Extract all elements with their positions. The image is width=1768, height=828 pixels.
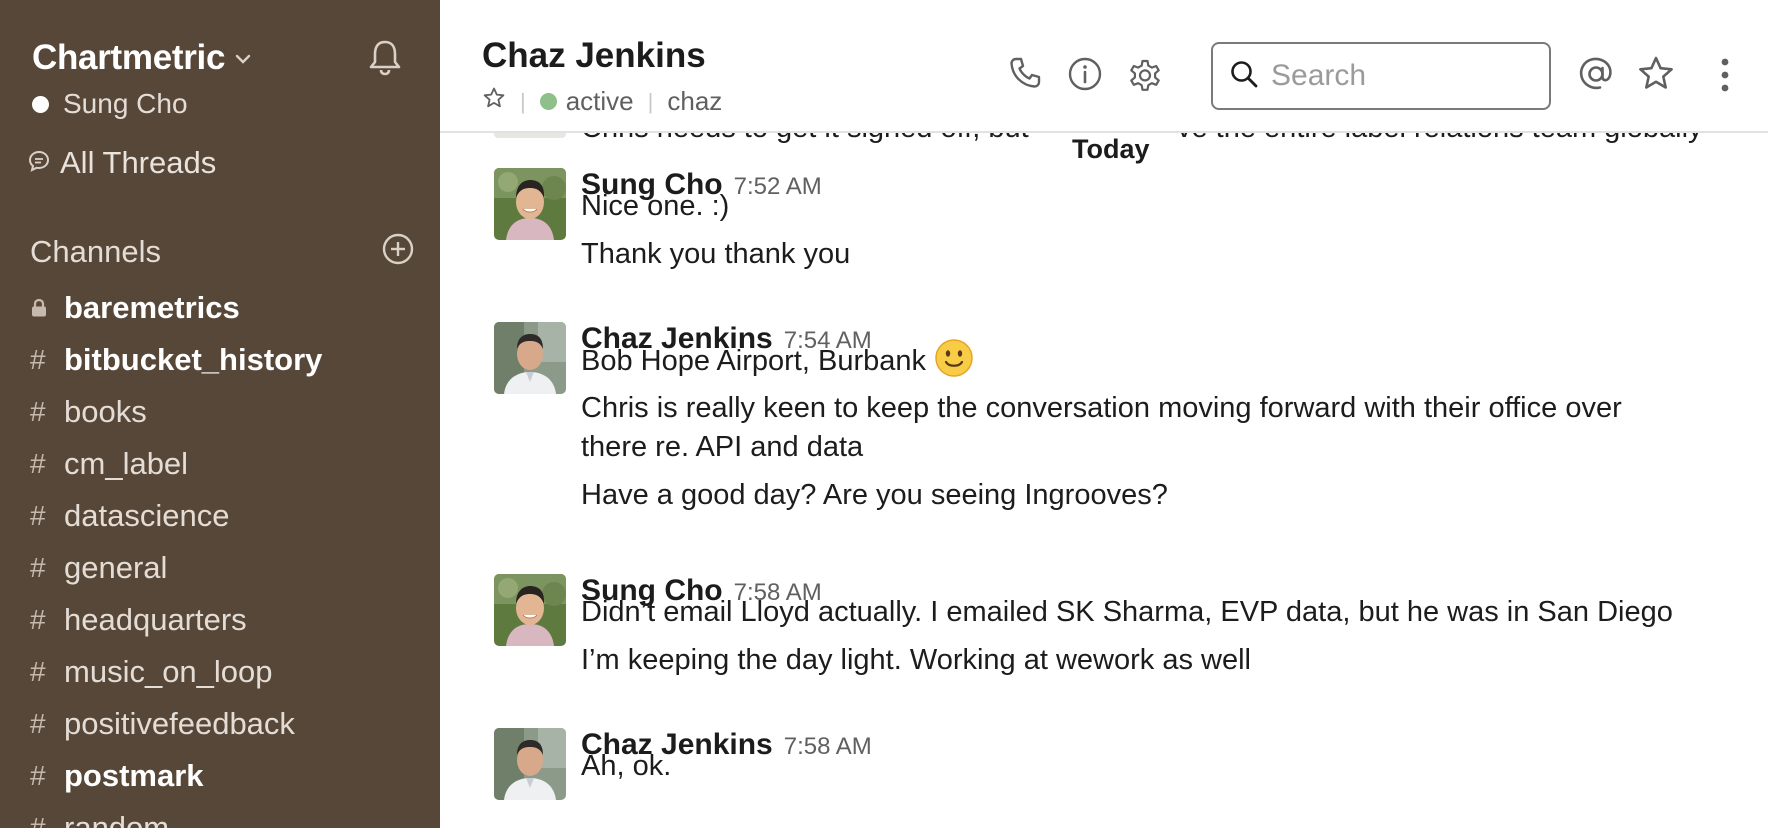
channel-name: random (64, 810, 170, 828)
sidebar-item-general[interactable]: # general (30, 542, 430, 594)
channels-header: Channels (30, 232, 415, 271)
hash-icon: # (30, 656, 46, 687)
search-box[interactable] (1211, 42, 1551, 110)
at-mention-icon[interactable] (1576, 54, 1616, 94)
message-text-content: Bob Hope Airport, Burbank (581, 345, 926, 377)
avatar[interactable] (494, 728, 566, 800)
add-channel-icon[interactable] (381, 232, 415, 271)
sidebar-item-all-threads[interactable]: All Threads (28, 145, 216, 181)
current-user-name: Sung Cho (63, 88, 188, 119)
channel-name: positivefeedback (64, 706, 295, 741)
sidebar-item-books[interactable]: # books (30, 386, 430, 438)
sidebar-item-music-on-loop[interactable]: # music_on_loop (30, 646, 430, 698)
hash-icon: # (30, 396, 46, 427)
search-icon (1229, 59, 1259, 94)
hash-icon: # (30, 552, 46, 583)
message-text: Chris is really keen to keep the convers… (581, 392, 1622, 424)
phone-icon[interactable] (1008, 56, 1042, 90)
lock-icon (30, 298, 64, 318)
message-text: Didn’t email Lloyd actually. I emailed S… (581, 596, 1673, 628)
hash-icon: # (30, 500, 46, 531)
message-group: Chaz Jenkins 7:54 AM Bob Hope Airport, B… (494, 322, 1754, 542)
sidebar-item-postmark[interactable]: # postmark (30, 750, 430, 802)
message-group: Chaz Jenkins 7:58 AM Ah, ok. (494, 728, 1754, 828)
message-timestamp[interactable]: 7:58 AM (784, 733, 872, 761)
channel-name: cm_label (64, 446, 189, 481)
current-user[interactable]: Sung Cho (32, 88, 188, 120)
presence-status: active (565, 86, 634, 116)
team-name[interactable]: Chartmetric (32, 38, 225, 78)
sidebar-item-cm-label[interactable]: # cm_label (30, 438, 430, 490)
channel-name: datascience (64, 498, 230, 533)
message-text: Ah, ok. (581, 750, 672, 782)
divider: | (647, 88, 654, 114)
hash-icon: # (30, 760, 46, 791)
chevron-down-icon[interactable] (235, 52, 251, 70)
channel-name: headquarters (64, 602, 247, 637)
message-text: there re. API and data (581, 431, 864, 463)
info-icon[interactable] (1067, 56, 1103, 92)
hash-icon: # (30, 604, 46, 635)
slightly-smiling-face-icon (934, 338, 974, 391)
hash-icon: # (30, 812, 46, 828)
avatar[interactable] (494, 574, 566, 646)
sidebar-item-positivefeedback[interactable]: # positivefeedback (30, 698, 430, 750)
channel-name: baremetrics (64, 290, 240, 325)
gear-icon[interactable] (1126, 56, 1164, 94)
channel-name: general (64, 550, 168, 585)
sidebar-item-headquarters[interactable]: # headquarters (30, 594, 430, 646)
message-text: I’m keeping the day light. Working at we… (581, 644, 1251, 676)
channel-name: books (64, 394, 147, 429)
sidebar-item-bitbucket-history[interactable]: # bitbucket_history (30, 334, 430, 386)
message-text: Have a good day? Are you seeing Ingroove… (581, 479, 1168, 511)
hash-icon: # (30, 344, 46, 375)
message-text: Bob Hope Airport, Burbank (581, 338, 974, 391)
avatar[interactable] (494, 168, 566, 240)
channel-list: baremetrics # bitbucket_history # books … (30, 282, 430, 828)
presence-dot (539, 93, 557, 110)
sidebar-item-datascience[interactable]: # datascience (30, 490, 430, 542)
message-text: Thank you thank you (581, 238, 851, 270)
divider: | (520, 88, 526, 114)
message-group: Sung Cho 7:58 AM Didn’t email Lloyd actu… (494, 574, 1754, 714)
conversation-header: Chaz Jenkins | active | chaz (440, 0, 1768, 133)
team-switcher[interactable]: Chartmetric (32, 38, 251, 78)
star-icon[interactable] (1636, 54, 1676, 94)
message-group: Sung Cho 7:52 AM Nice one. :) Thank you … (494, 168, 1754, 308)
channel-name: bitbucket_history (64, 342, 323, 377)
sidebar-item-random[interactable]: # random (30, 802, 430, 828)
channel-name: postmark (64, 758, 204, 793)
channel-name: music_on_loop (64, 654, 273, 689)
search-input[interactable] (1271, 59, 1531, 93)
star-icon[interactable] (482, 86, 506, 117)
main-pane: Chris needs to get it signed off, but ve… (440, 0, 1768, 828)
threads-icon (28, 150, 50, 177)
channels-label[interactable]: Channels (30, 234, 161, 270)
message-timestamp[interactable]: 7:52 AM (734, 173, 822, 201)
bell-icon[interactable] (366, 38, 404, 81)
message-text: Nice one. :) (581, 190, 730, 222)
hash-icon: # (30, 708, 46, 739)
sidebar-item-baremetrics[interactable]: baremetrics (30, 282, 430, 334)
day-divider: Today (1060, 134, 1162, 165)
hash-icon: # (30, 448, 46, 479)
presence-dot (32, 95, 49, 113)
more-vertical-icon[interactable] (1720, 58, 1730, 92)
sidebar: Chartmetric Sung Cho All Threads Channel… (0, 0, 440, 828)
all-threads-label: All Threads (60, 145, 217, 180)
avatar[interactable] (494, 322, 566, 394)
conversation-title[interactable]: Chaz Jenkins (482, 36, 706, 76)
user-handle: chaz (667, 86, 723, 116)
conversation-meta: | active | chaz (482, 86, 722, 117)
